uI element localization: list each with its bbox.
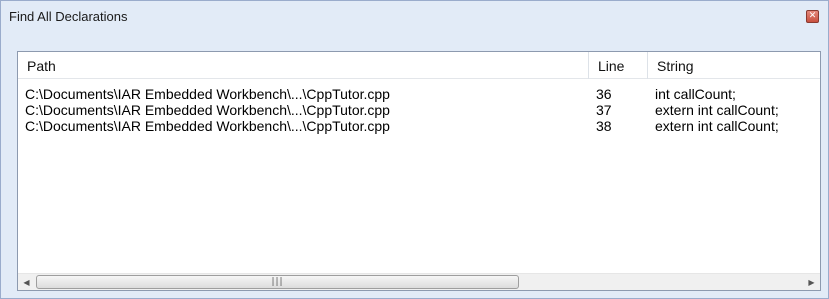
cell-string: int callCount;	[655, 86, 736, 102]
cell-line: 38	[596, 118, 612, 134]
scrollbar-thumb[interactable]: |||	[36, 275, 519, 289]
find-all-declarations-window: Find All Declarations ✕ Path Line String…	[0, 0, 829, 299]
scroll-right-button[interactable]: ▶	[803, 274, 820, 290]
grip-icon: |||	[271, 276, 284, 287]
list-item[interactable]: C:\Documents\IAR Embedded Workbench\...\…	[18, 118, 820, 134]
close-button[interactable]: ✕	[806, 10, 819, 23]
list-rows: C:\Documents\IAR Embedded Workbench\...\…	[18, 86, 820, 134]
cell-path: C:\Documents\IAR Embedded Workbench\...\…	[25, 118, 390, 134]
cell-line: 37	[596, 102, 612, 118]
cell-line: 36	[596, 86, 612, 102]
arrow-right-icon: ▶	[808, 277, 815, 287]
list-item[interactable]: C:\Documents\IAR Embedded Workbench\...\…	[18, 86, 820, 102]
column-header-string[interactable]: String	[648, 52, 822, 79]
list-item[interactable]: C:\Documents\IAR Embedded Workbench\...\…	[18, 102, 820, 118]
column-header-path-label: Path	[27, 57, 56, 74]
window-title: Find All Declarations	[9, 8, 128, 24]
column-header-path[interactable]: Path	[18, 52, 589, 79]
declarations-list[interactable]: Path Line String C:\Documents\IAR Embedd…	[17, 51, 821, 291]
cell-string: extern int callCount;	[655, 118, 779, 134]
title-bar: Find All Declarations ✕	[1, 1, 828, 31]
scroll-left-button[interactable]: ◀	[18, 274, 35, 290]
horizontal-scrollbar[interactable]: ◀ ||| ▶	[18, 273, 820, 290]
cell-path: C:\Documents\IAR Embedded Workbench\...\…	[25, 102, 390, 118]
column-header-string-label: String	[657, 57, 694, 74]
column-header-line-label: Line	[598, 57, 625, 74]
close-icon: ✕	[808, 11, 817, 21]
column-header-line[interactable]: Line	[589, 52, 648, 79]
cell-path: C:\Documents\IAR Embedded Workbench\...\…	[25, 86, 390, 102]
arrow-left-icon: ◀	[23, 277, 30, 287]
cell-string: extern int callCount;	[655, 102, 779, 118]
list-header: Path Line String	[18, 52, 820, 79]
